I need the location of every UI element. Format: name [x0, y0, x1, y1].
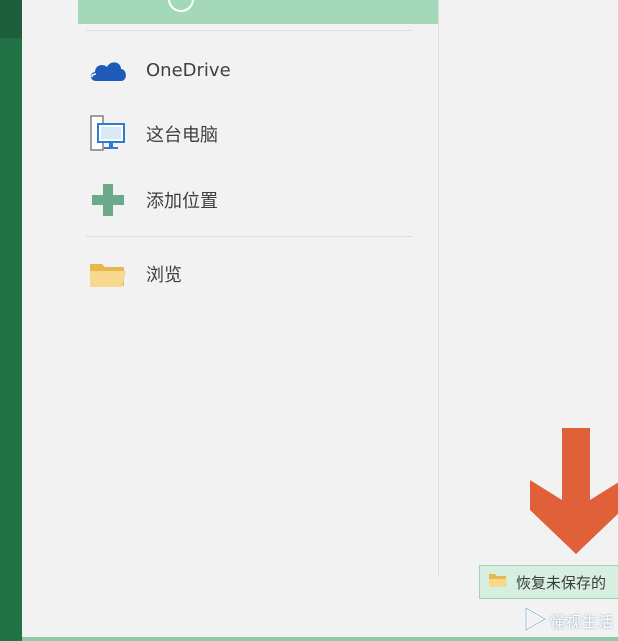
watermark: 懂视生活 [524, 605, 618, 636]
rail-top-item[interactable] [0, 0, 22, 38]
status-bar-line [22, 637, 618, 641]
divider-bottom [86, 236, 412, 237]
recover-unsaved-label: 恢复未保存的 [516, 573, 607, 592]
place-label-add-place: 添加位置 [146, 191, 218, 212]
onedrive-cloud-icon [86, 50, 130, 90]
place-label-onedrive: OneDrive [146, 59, 231, 81]
play-logo-icon [524, 605, 548, 635]
folder-icon [86, 254, 130, 294]
selected-place-item[interactable] [78, 0, 438, 24]
folder-icon [488, 572, 508, 592]
divider-top [86, 30, 412, 31]
place-item-browse[interactable]: 浏览 [78, 246, 438, 302]
backstage-nav-rail [0, 0, 22, 641]
plus-icon [86, 180, 130, 220]
down-arrow-icon [528, 428, 618, 556]
place-label-browse: 浏览 [146, 265, 182, 286]
recent-clock-icon [168, 0, 194, 12]
place-item-add-place[interactable]: 添加位置 [78, 172, 438, 228]
place-item-onedrive[interactable]: OneDrive [78, 42, 438, 98]
place-label-this-pc: 这台电脑 [146, 125, 218, 146]
recover-unsaved-button[interactable]: 恢复未保存的 [479, 565, 618, 599]
watermark-text: 懂视生活 [550, 612, 615, 631]
computer-icon [86, 114, 130, 154]
place-item-this-pc[interactable]: 这台电脑 [78, 106, 438, 162]
